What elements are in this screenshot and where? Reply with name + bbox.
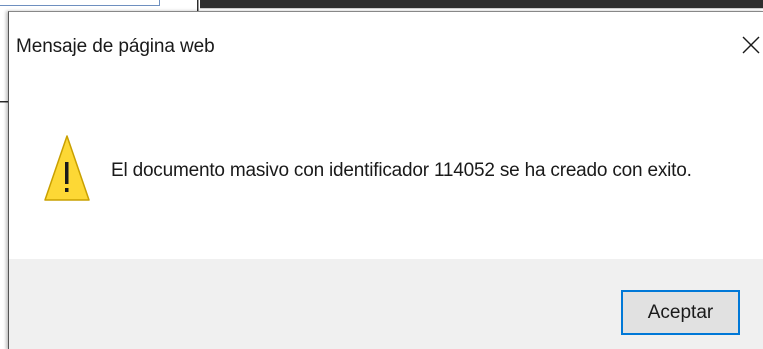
accept-button-label: Aceptar [647,301,714,323]
dialog-content: El documento masivo con identificador 11… [9,76,763,259]
dialog-footer: Aceptar [9,259,763,349]
background-input [0,0,160,6]
message-dialog: Mensaje de página web El documento masiv… [8,11,763,349]
dialog-title: Mensaje de página web [16,36,215,57]
dialog-titlebar: Mensaje de página web [9,12,763,76]
warning-icon [43,134,91,202]
close-button[interactable] [735,28,763,62]
close-icon [741,35,761,55]
dialog-message: El documento masivo con identificador 11… [111,160,692,181]
screen: Mensaje de página web El documento masiv… [0,0,763,349]
accept-button[interactable]: Aceptar [621,290,740,335]
background-toolbar [200,0,763,8]
background-divider [200,8,763,9]
